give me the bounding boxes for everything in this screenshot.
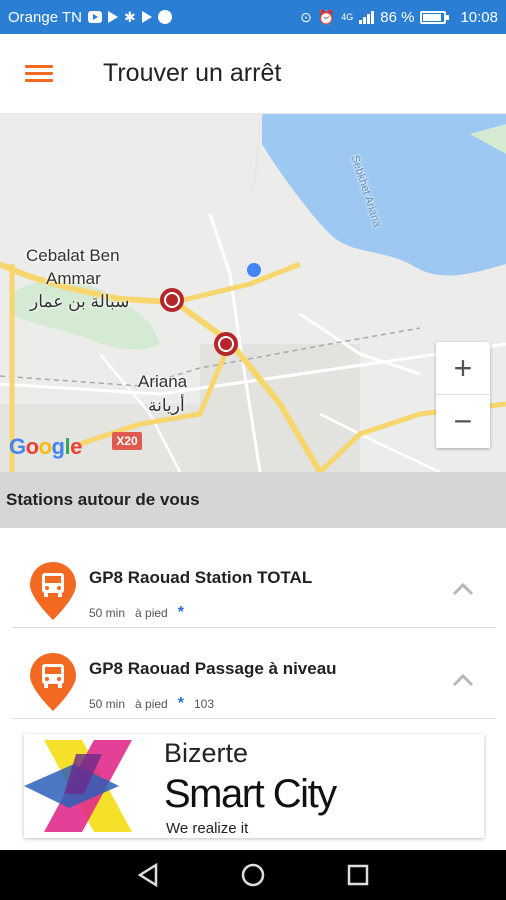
recents-icon[interactable] bbox=[345, 862, 371, 888]
station-meta: 50 min à pied * bbox=[89, 604, 194, 622]
map-label-cebalat: Cebalat Ben bbox=[26, 246, 120, 265]
signal-icon bbox=[359, 10, 375, 24]
hamburger-menu-icon[interactable] bbox=[25, 63, 55, 85]
smart-city-logo-icon bbox=[24, 740, 132, 832]
map-view[interactable]: Cebalat Ben Ammar سبالة بن عمار Ariana أ… bbox=[0, 114, 506, 472]
status-bar: Orange TN ✱ ⊙ ⏰ 4G 86 % 10:08 bbox=[0, 0, 506, 34]
location-icon: ⊙ bbox=[300, 9, 312, 25]
station-item[interactable]: GP8 Raouad Station TOTAL 50 min à pied * bbox=[12, 538, 496, 628]
youtube-icon bbox=[87, 11, 102, 23]
app-bar: Trouver un arrêt bbox=[0, 34, 506, 114]
messenger-icon bbox=[157, 10, 172, 24]
chevron-up-icon[interactable] bbox=[452, 673, 474, 687]
home-icon[interactable] bbox=[240, 862, 266, 888]
bus-stop-pin-icon bbox=[30, 653, 76, 711]
route-number: 103 bbox=[193, 697, 214, 711]
system-nav-bar bbox=[0, 850, 506, 900]
page-title: Trouver un arrêt bbox=[103, 59, 282, 87]
zoom-controls: + − bbox=[436, 342, 490, 448]
map-label-cebalat-arabic: سبالة بن عمار bbox=[30, 292, 130, 311]
network-type: 4G bbox=[341, 12, 354, 22]
battery-percent: 86 % bbox=[380, 8, 415, 26]
favorite-marker: * bbox=[177, 604, 184, 621]
banner-city: Bizerte bbox=[164, 738, 249, 768]
section-title: Stations autour de vous bbox=[0, 472, 506, 528]
station-item[interactable]: GP8 Raouad Passage à niveau 50 min à pie… bbox=[12, 629, 496, 719]
play-store-icon bbox=[141, 11, 152, 23]
banner-title: Smart City bbox=[164, 772, 337, 816]
station-meta: 50 min à pied * 103 bbox=[89, 695, 214, 713]
favorite-marker: * bbox=[177, 695, 184, 712]
back-icon[interactable] bbox=[135, 862, 161, 888]
road-badge: X20 bbox=[112, 432, 142, 450]
station-name: GP8 Raouad Passage à niveau bbox=[89, 659, 337, 678]
bus-stop-pin-icon bbox=[30, 562, 76, 620]
banner-tagline: We realize it bbox=[166, 820, 249, 837]
zoom-in-button[interactable]: + bbox=[436, 342, 490, 395]
map-label-ariana-arabic: أريانة bbox=[148, 396, 185, 415]
walk-time: 50 min bbox=[89, 606, 126, 620]
google-logo: Google bbox=[9, 434, 82, 459]
chevron-up-icon[interactable] bbox=[452, 582, 474, 596]
station-name: GP8 Raouad Station TOTAL bbox=[89, 568, 313, 587]
bluetooth-icon: ✱ bbox=[123, 9, 136, 25]
battery-icon bbox=[420, 10, 450, 24]
alarm-icon: ⏰ bbox=[317, 9, 336, 25]
walk-time: 50 min bbox=[89, 697, 126, 711]
walk-mode: à pied bbox=[135, 697, 168, 711]
smart-city-banner[interactable]: Bizerte Smart City We realize it bbox=[24, 734, 484, 838]
walk-mode: à pied bbox=[135, 606, 168, 620]
carrier-label: Orange TN bbox=[8, 8, 82, 26]
map-label-ammar: Ammar bbox=[46, 269, 101, 288]
clock: 10:08 bbox=[460, 8, 498, 26]
play-icon bbox=[107, 11, 118, 23]
zoom-out-button[interactable]: − bbox=[436, 395, 490, 448]
app-screen: Orange TN ✱ ⊙ ⏰ 4G 86 % 10:08 Trouver un… bbox=[0, 0, 506, 900]
map-label-ariana: Ariana bbox=[138, 372, 188, 391]
